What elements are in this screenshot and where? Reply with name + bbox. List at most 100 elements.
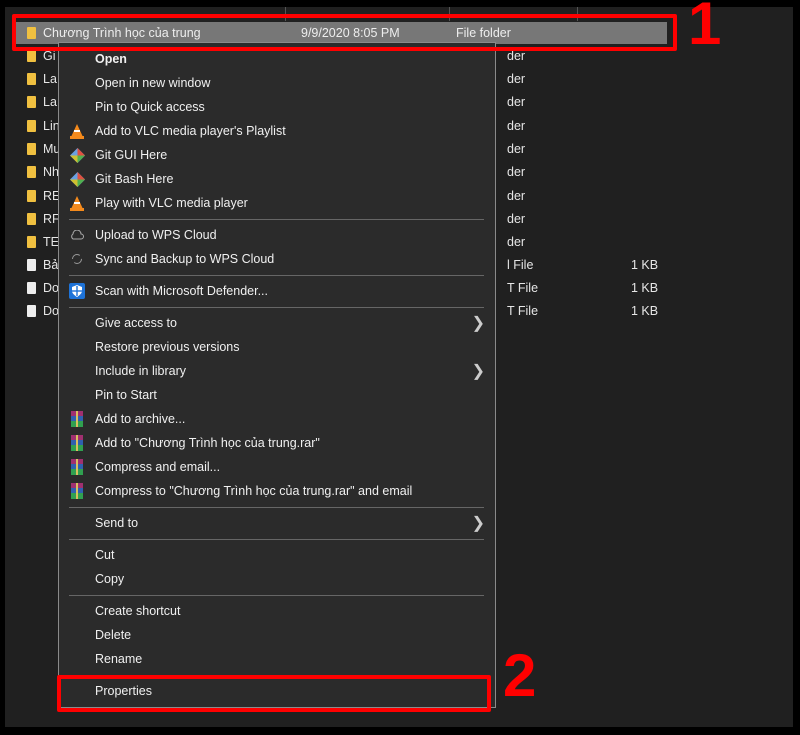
- menu-item-git-bash-here[interactable]: Git Bash Here: [59, 167, 495, 191]
- menu-item-compress-to-ch-ng-tr-nh-h-c-c-a-trung-rar-and-email[interactable]: Compress to "Chương Trình học của trung.…: [59, 479, 495, 503]
- file-type: der: [507, 119, 526, 133]
- menu-item-label: Include in library: [95, 364, 187, 378]
- file-name: Bả: [43, 258, 59, 272]
- menu-item-create-shortcut[interactable]: Create shortcut: [59, 599, 495, 623]
- git-icon: [69, 171, 85, 187]
- menu-separator: [59, 303, 495, 311]
- menu-item-label: Restore previous versions: [95, 340, 240, 354]
- file-type: der: [507, 142, 526, 156]
- divider: [69, 274, 484, 276]
- file-size: 1 KB: [631, 258, 659, 272]
- file-icon: [27, 259, 36, 271]
- menu-item-label: Rename: [95, 652, 143, 666]
- menu-item-give-access-to[interactable]: Give access to ❯: [59, 311, 495, 335]
- menu-item-label: Compress and email...: [95, 460, 221, 474]
- menu-item-upload-to-wps-cloud[interactable]: Upload to WPS Cloud: [59, 223, 495, 247]
- menu-item-rename[interactable]: Rename: [59, 647, 495, 671]
- menu-item-label: Git Bash Here: [95, 172, 174, 186]
- menu-item-git-gui-here[interactable]: Git GUI Here: [59, 143, 495, 167]
- folder-icon: [27, 166, 36, 178]
- menu-item-restore-previous-versions[interactable]: Restore previous versions: [59, 335, 495, 359]
- menu-separator: [59, 215, 495, 223]
- menu-item-label: Sync and Backup to WPS Cloud: [95, 252, 275, 266]
- menu-item-pin-to-start[interactable]: Pin to Start: [59, 383, 495, 407]
- file-type: T File: [507, 281, 539, 295]
- menu-item-label: Add to "Chương Trình học của trung.rar": [95, 436, 320, 450]
- menu-item-label: Send to: [95, 516, 139, 530]
- folder-icon: [27, 190, 36, 202]
- menu-item-label: Add to archive...: [95, 412, 186, 426]
- folder-icon: [27, 73, 36, 85]
- menu-item-label: Scan with Microsoft Defender...: [95, 284, 268, 298]
- menu-item-pin-to-quick-access[interactable]: Pin to Quick access: [59, 95, 495, 119]
- highlight-box-step-2: [57, 675, 491, 712]
- menu-item-label: Git GUI Here: [95, 148, 168, 162]
- menu-item-label: Pin to Start: [95, 388, 157, 402]
- chevron-right-icon: ❯: [471, 515, 485, 532]
- file-name: Do: [43, 281, 59, 295]
- vlc-icon: [69, 195, 85, 211]
- menu-item-send-to[interactable]: Send to ❯: [59, 511, 495, 535]
- file-size: 1 KB: [631, 304, 659, 318]
- file-type: der: [507, 235, 526, 249]
- menu-item-copy[interactable]: Copy: [59, 567, 495, 591]
- menu-separator: [59, 591, 495, 599]
- menu-item-label: Compress to "Chương Trình học của trung.…: [95, 484, 413, 498]
- defender-shield-icon: [69, 283, 85, 299]
- file-type: der: [507, 49, 526, 63]
- file-type: der: [507, 189, 526, 203]
- menu-item-add-to-vlc-media-player-s-playlist[interactable]: Add to VLC media player's Playlist: [59, 119, 495, 143]
- file-name: La: [43, 95, 57, 109]
- folder-icon: [27, 213, 36, 225]
- file-name: Nh: [43, 165, 59, 179]
- menu-item-play-with-vlc-media-player[interactable]: Play with VLC media player: [59, 191, 495, 215]
- git-icon: [69, 147, 85, 163]
- winrar-icon: [69, 483, 85, 499]
- file-type: der: [507, 212, 526, 226]
- menu-item-delete[interactable]: Delete: [59, 623, 495, 647]
- file-type: der: [507, 165, 526, 179]
- file-type: l File: [507, 258, 534, 272]
- menu-item-compress-and-email[interactable]: Compress and email...: [59, 455, 495, 479]
- menu-separator: [59, 535, 495, 543]
- menu-item-label: Play with VLC media player: [95, 196, 248, 210]
- menu-item-open-in-new-window[interactable]: Open in new window: [59, 71, 495, 95]
- sync-icon: [69, 251, 85, 267]
- menu-item-include-in-library[interactable]: Include in library ❯: [59, 359, 495, 383]
- menu-separator: [59, 503, 495, 511]
- folder-icon: [27, 236, 36, 248]
- menu-item-label: Create shortcut: [95, 604, 181, 618]
- highlight-box-step-1: [12, 14, 677, 51]
- menu-item-add-to-archive[interactable]: Add to archive...: [59, 407, 495, 431]
- file-name: Gi: [43, 49, 56, 63]
- winrar-icon: [69, 411, 85, 427]
- menu-item-scan-with-microsoft-defender[interactable]: Scan with Microsoft Defender...: [59, 279, 495, 303]
- divider: [69, 218, 484, 220]
- divider: [69, 506, 484, 508]
- menu-item-sync-and-backup-to-wps-cloud[interactable]: Sync and Backup to WPS Cloud: [59, 247, 495, 271]
- menu-item-add-to-ch-ng-tr-nh-h-c-c-a-trung-rar[interactable]: Add to "Chương Trình học của trung.rar": [59, 431, 495, 455]
- menu-item-label: Copy: [95, 572, 125, 586]
- file-type: der: [507, 72, 526, 86]
- folder-icon: [27, 143, 36, 155]
- step-number-1: 1: [688, 0, 722, 57]
- chevron-right-icon: ❯: [471, 315, 485, 332]
- folder-icon: [27, 96, 36, 108]
- context-menu: Open Open in new window Pin to Quick acces…: [58, 42, 496, 708]
- menu-item-cut[interactable]: Cut: [59, 543, 495, 567]
- chevron-right-icon: ❯: [471, 363, 485, 380]
- file-icon: [27, 305, 36, 317]
- file-name: La: [43, 72, 57, 86]
- file-icon: [27, 282, 36, 294]
- menu-item-label: Upload to WPS Cloud: [95, 228, 217, 242]
- menu-item-label: Cut: [95, 548, 115, 562]
- menu-item-label: Pin to Quick access: [95, 100, 205, 114]
- file-type: T File: [507, 304, 539, 318]
- divider: [69, 594, 484, 596]
- divider: [69, 306, 484, 308]
- winrar-icon: [69, 459, 85, 475]
- menu-item-label: Give access to: [95, 316, 177, 330]
- winrar-icon: [69, 435, 85, 451]
- folder-icon: [27, 120, 36, 132]
- file-name: TE: [43, 235, 59, 249]
